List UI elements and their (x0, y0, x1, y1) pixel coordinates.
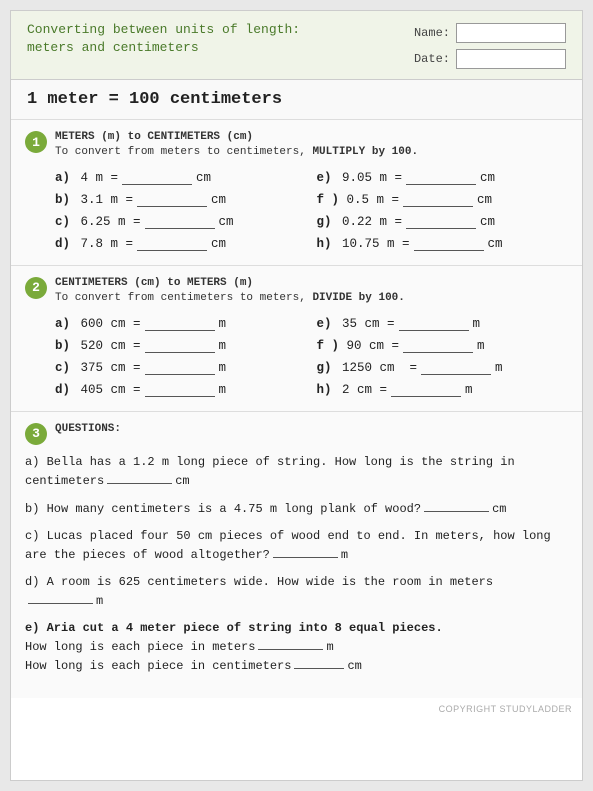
section1-header: 1 METERS (m) to CENTIMETERS (cm) To conv… (25, 130, 568, 161)
section1-desc: METERS (m) to CENTIMETERS (cm) To conver… (55, 130, 418, 161)
section-2: 2 CENTIMETERS (cm) to METERS (m) To conv… (11, 266, 582, 412)
answer-input-qe2[interactable] (294, 656, 344, 669)
answer-input[interactable] (145, 317, 215, 331)
section1-title: METERS (m) to CENTIMETERS (cm) (55, 131, 253, 143)
section2-desc: CENTIMETERS (cm) to METERS (m) To conver… (55, 276, 405, 307)
answer-input[interactable] (145, 383, 215, 397)
section1-number: 1 (25, 131, 47, 153)
problem-row: h) 10.75 m =cm (317, 235, 569, 253)
problem-row: b) 520 cm =m (55, 337, 307, 355)
problem-row: e) 9.05 m =cm (317, 169, 569, 187)
date-field-row: Date: (414, 49, 566, 69)
section2-header: 2 CENTIMETERS (cm) to METERS (m) To conv… (25, 276, 568, 307)
question-b: b) How many centimeters is a 4.75 m long… (25, 499, 568, 518)
problem-row: d) 405 cm =m (55, 381, 307, 399)
section1-subtitle-bold: MULTIPLY by 100. (312, 146, 418, 158)
question-a: a) Bella has a 1.2 m long piece of strin… (25, 453, 568, 490)
answer-input-qc[interactable] (273, 545, 338, 558)
title-line1: Converting between units of length: (27, 22, 300, 37)
answer-input[interactable] (403, 339, 473, 353)
answer-input[interactable] (403, 193, 473, 207)
problem-row: c) 375 cm =m (55, 359, 307, 377)
problem-row: d) 7.8 m =cm (55, 235, 307, 253)
header-fields: Name: Date: (414, 23, 566, 69)
answer-input[interactable] (145, 361, 215, 375)
date-input[interactable] (456, 49, 566, 69)
problem-row: a) 4 m =cm (55, 169, 307, 187)
answer-input[interactable] (145, 339, 215, 353)
answer-input[interactable] (406, 215, 476, 229)
rule-text: 1 meter = 100 centimeters (27, 90, 282, 109)
answer-input[interactable] (414, 237, 484, 251)
section3-title-text: QUESTIONS: (55, 422, 121, 437)
answer-input-qb[interactable] (424, 499, 489, 512)
title-line2: meters and centimeters (27, 40, 199, 55)
answer-input[interactable] (145, 215, 215, 229)
problem-row: f ) 90 cm =m (317, 337, 569, 355)
problem-row: a) 600 cm =m (55, 315, 307, 333)
name-label: Name: (414, 26, 450, 40)
answer-input-qd[interactable] (28, 591, 93, 604)
section-1: 1 METERS (m) to CENTIMETERS (cm) To conv… (11, 120, 582, 266)
problem-row: g) 1250 cm =m (317, 359, 569, 377)
question-e: e) Aria cut a 4 meter piece of string in… (25, 619, 568, 675)
section1-subtitle-plain: To convert from meters to centimeters, (55, 146, 312, 158)
answer-input[interactable] (421, 361, 491, 375)
question-c: c) Lucas placed four 50 cm pieces of woo… (25, 527, 568, 564)
section2-subtitle-bold: DIVIDE by 100. (312, 292, 404, 304)
problem-row: h) 2 cm =m (317, 381, 569, 399)
answer-input[interactable] (399, 317, 469, 331)
problem-row: g) 0.22 m =cm (317, 213, 569, 231)
name-field-row: Name: (414, 23, 566, 43)
section2-subtitle-plain: To convert from centimeters to meters, (55, 292, 312, 304)
section1-problems: a) 4 m =cm e) 9.05 m =cm b) 3.1 m =cm f … (55, 169, 568, 253)
answer-input[interactable] (391, 383, 461, 397)
problem-row: b) 3.1 m =cm (55, 191, 307, 209)
section2-number: 2 (25, 277, 47, 299)
section3-number: 3 (25, 423, 47, 445)
question-d: d) A room is 625 centimeters wide. How w… (25, 573, 568, 610)
header-title: Converting between units of length: mete… (27, 21, 300, 57)
section3-header: 3 QUESTIONS: (25, 422, 568, 445)
copyright-text: COPYRIGHT STUDYLADDER (11, 698, 582, 720)
answer-input[interactable] (406, 171, 476, 185)
problem-row: e) 35 cm =m (317, 315, 569, 333)
section-3: 3 QUESTIONS: a) Bella has a 1.2 m long p… (11, 412, 582, 698)
answer-input[interactable] (137, 237, 207, 251)
answer-input[interactable] (122, 171, 192, 185)
answer-input[interactable] (137, 193, 207, 207)
section2-title: CENTIMETERS (cm) to METERS (m) (55, 277, 253, 289)
answer-input-qa[interactable] (107, 471, 172, 484)
rule-banner: 1 meter = 100 centimeters (11, 80, 582, 120)
header: Converting between units of length: mete… (11, 11, 582, 80)
answer-input-qe1[interactable] (258, 637, 323, 650)
name-input[interactable] (456, 23, 566, 43)
worksheet-page: Converting between units of length: mete… (10, 10, 583, 781)
date-label: Date: (414, 52, 450, 66)
problem-row: f ) 0.5 m =cm (317, 191, 569, 209)
section2-problems: a) 600 cm =m e) 35 cm =m b) 520 cm =m f … (55, 315, 568, 399)
problem-row: c) 6.25 m =cm (55, 213, 307, 231)
